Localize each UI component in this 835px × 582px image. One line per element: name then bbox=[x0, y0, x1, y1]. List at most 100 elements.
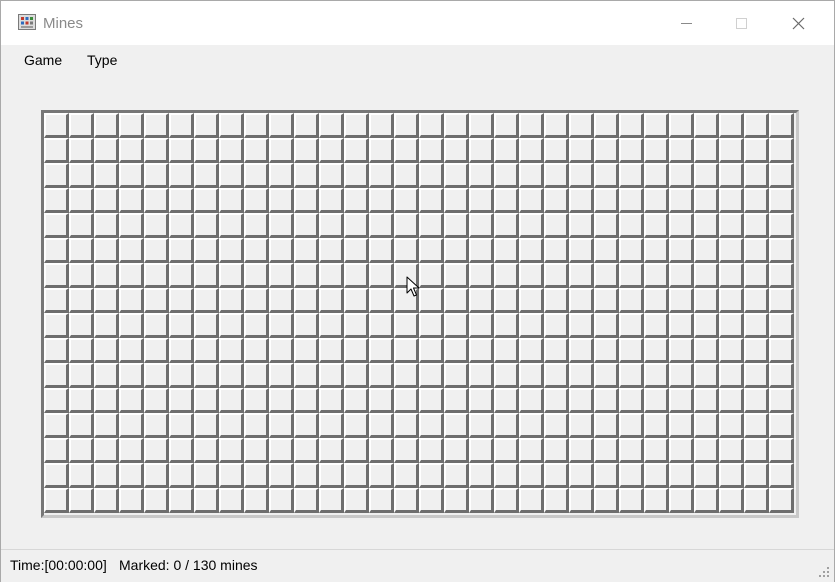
mine-cell[interactable] bbox=[494, 363, 519, 388]
mine-cell[interactable] bbox=[294, 288, 319, 313]
mine-cell[interactable] bbox=[469, 263, 494, 288]
mine-cell[interactable] bbox=[694, 113, 719, 138]
mine-cell[interactable] bbox=[669, 113, 694, 138]
mine-cell[interactable] bbox=[544, 288, 569, 313]
mine-cell[interactable] bbox=[269, 438, 294, 463]
mine-cell[interactable] bbox=[544, 313, 569, 338]
mine-cell[interactable] bbox=[419, 163, 444, 188]
mine-cell[interactable] bbox=[769, 163, 794, 188]
mine-cell[interactable] bbox=[94, 288, 119, 313]
mine-cell[interactable] bbox=[44, 338, 69, 363]
mine-cell[interactable] bbox=[344, 438, 369, 463]
mine-cell[interactable] bbox=[94, 188, 119, 213]
mine-cell[interactable] bbox=[519, 163, 544, 188]
mine-cell[interactable] bbox=[294, 138, 319, 163]
mine-cell[interactable] bbox=[294, 238, 319, 263]
mine-cell[interactable] bbox=[669, 313, 694, 338]
mine-cell[interactable] bbox=[519, 313, 544, 338]
mine-cell[interactable] bbox=[544, 363, 569, 388]
mine-cell[interactable] bbox=[744, 138, 769, 163]
mine-cell[interactable] bbox=[619, 488, 644, 513]
mine-cell[interactable] bbox=[619, 163, 644, 188]
mine-cell[interactable] bbox=[144, 413, 169, 438]
mine-cell[interactable] bbox=[744, 338, 769, 363]
mine-cell[interactable] bbox=[319, 113, 344, 138]
mine-cell[interactable] bbox=[369, 113, 394, 138]
mine-cell[interactable] bbox=[219, 288, 244, 313]
mine-cell[interactable] bbox=[219, 413, 244, 438]
mine-cell[interactable] bbox=[769, 488, 794, 513]
mine-cell[interactable] bbox=[719, 138, 744, 163]
mine-cell[interactable] bbox=[194, 288, 219, 313]
mine-cell[interactable] bbox=[569, 363, 594, 388]
mine-cell[interactable] bbox=[44, 188, 69, 213]
mine-cell[interactable] bbox=[394, 463, 419, 488]
mine-cell[interactable] bbox=[669, 138, 694, 163]
mine-cell[interactable] bbox=[444, 138, 469, 163]
mine-cell[interactable] bbox=[494, 288, 519, 313]
mine-cell[interactable] bbox=[294, 438, 319, 463]
mine-cell[interactable] bbox=[519, 438, 544, 463]
mine-cell[interactable] bbox=[169, 463, 194, 488]
mine-cell[interactable] bbox=[694, 463, 719, 488]
mine-cell[interactable] bbox=[194, 313, 219, 338]
mine-cell[interactable] bbox=[444, 263, 469, 288]
mine-cell[interactable] bbox=[719, 438, 744, 463]
mine-cell[interactable] bbox=[194, 463, 219, 488]
mine-cell[interactable] bbox=[619, 463, 644, 488]
mine-cell[interactable] bbox=[94, 388, 119, 413]
mine-cell[interactable] bbox=[419, 213, 444, 238]
mine-cell[interactable] bbox=[569, 288, 594, 313]
mine-cell[interactable] bbox=[169, 488, 194, 513]
mine-cell[interactable] bbox=[594, 413, 619, 438]
mine-cell[interactable] bbox=[594, 463, 619, 488]
mine-cell[interactable] bbox=[694, 138, 719, 163]
mine-cell[interactable] bbox=[419, 238, 444, 263]
mine-cell[interactable] bbox=[194, 213, 219, 238]
mine-cell[interactable] bbox=[94, 488, 119, 513]
mine-cell[interactable] bbox=[319, 188, 344, 213]
mine-cell[interactable] bbox=[44, 288, 69, 313]
mine-cell[interactable] bbox=[119, 463, 144, 488]
mine-cell[interactable] bbox=[194, 163, 219, 188]
mine-cell[interactable] bbox=[719, 388, 744, 413]
mine-cell[interactable] bbox=[219, 213, 244, 238]
mine-cell[interactable] bbox=[544, 488, 569, 513]
mine-cell[interactable] bbox=[644, 488, 669, 513]
mine-cell[interactable] bbox=[494, 213, 519, 238]
mine-cell[interactable] bbox=[569, 338, 594, 363]
mine-cell[interactable] bbox=[419, 388, 444, 413]
mine-cell[interactable] bbox=[619, 113, 644, 138]
mine-cell[interactable] bbox=[294, 463, 319, 488]
mine-cell[interactable] bbox=[594, 338, 619, 363]
mine-cell[interactable] bbox=[219, 138, 244, 163]
mine-cell[interactable] bbox=[294, 313, 319, 338]
mine-cell[interactable] bbox=[769, 313, 794, 338]
mine-cell[interactable] bbox=[119, 413, 144, 438]
mine-cell[interactable] bbox=[494, 188, 519, 213]
mine-cell[interactable] bbox=[44, 313, 69, 338]
mine-cell[interactable] bbox=[444, 163, 469, 188]
mine-cell[interactable] bbox=[219, 163, 244, 188]
mine-cell[interactable] bbox=[244, 313, 269, 338]
mine-cell[interactable] bbox=[69, 113, 94, 138]
mine-cell[interactable] bbox=[744, 213, 769, 238]
mine-cell[interactable] bbox=[469, 488, 494, 513]
mine-cell[interactable] bbox=[719, 263, 744, 288]
mine-cell[interactable] bbox=[169, 388, 194, 413]
mine-cell[interactable] bbox=[644, 163, 669, 188]
mine-cell[interactable] bbox=[769, 188, 794, 213]
mine-cell[interactable] bbox=[719, 363, 744, 388]
mine-cell[interactable] bbox=[269, 263, 294, 288]
mine-cell[interactable] bbox=[569, 163, 594, 188]
mine-cell[interactable] bbox=[619, 188, 644, 213]
mine-cell[interactable] bbox=[669, 238, 694, 263]
mine-cell[interactable] bbox=[44, 163, 69, 188]
mine-cell[interactable] bbox=[394, 313, 419, 338]
mine-cell[interactable] bbox=[769, 463, 794, 488]
mine-cell[interactable] bbox=[444, 463, 469, 488]
mine-cell[interactable] bbox=[69, 213, 94, 238]
mine-cell[interactable] bbox=[269, 463, 294, 488]
mine-cell[interactable] bbox=[644, 313, 669, 338]
mine-cell[interactable] bbox=[619, 363, 644, 388]
